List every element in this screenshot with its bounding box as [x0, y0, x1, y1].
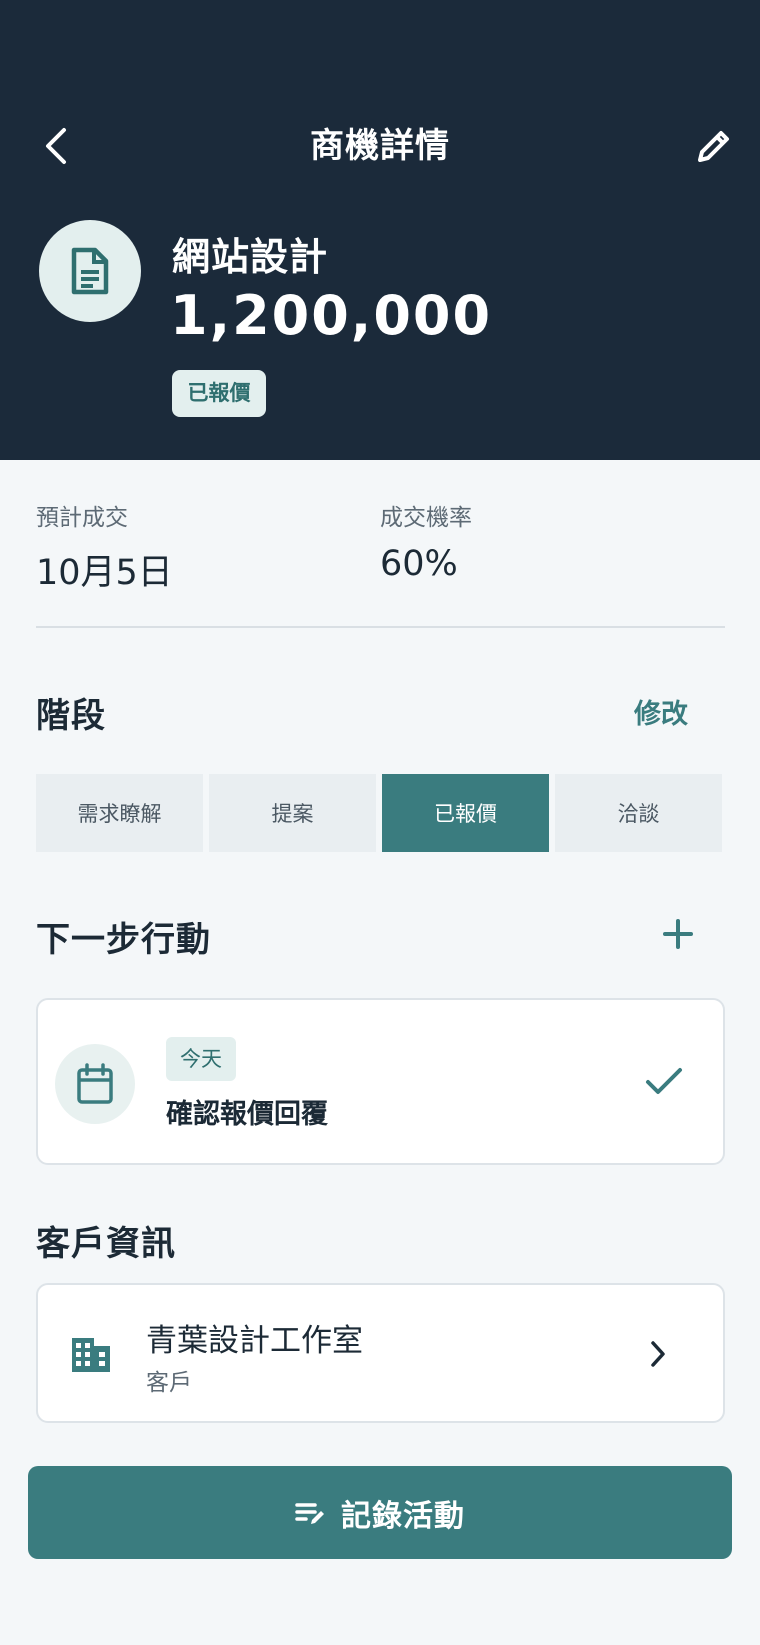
stage-section-title: 階段: [36, 696, 106, 736]
complete-task-button[interactable]: [640, 1058, 688, 1106]
check-icon: [646, 1068, 682, 1094]
log-activity-label: 記錄活動: [341, 1498, 465, 1534]
divider: [36, 626, 725, 628]
chevron-right-icon: [651, 1341, 665, 1367]
stage-item[interactable]: 提案: [209, 774, 376, 852]
chevron-right-icon-wrap: [638, 1331, 678, 1377]
stage-item-active[interactable]: 已報價: [382, 774, 549, 852]
client-icon-wrap: [68, 1331, 114, 1377]
win-probability-label: 成交機率: [380, 505, 472, 531]
task-title: 確認報價回覆: [166, 1099, 328, 1130]
client-card[interactable]: 青葉設計工作室 客戶: [36, 1283, 725, 1423]
due-badge: 今天: [166, 1037, 236, 1081]
pencil-icon: [698, 131, 729, 162]
client-name: 青葉設計工作室: [146, 1323, 363, 1359]
plus-icon: [663, 919, 693, 949]
add-action-button[interactable]: [658, 914, 698, 954]
client-section-title: 客戶資訊: [36, 1224, 176, 1264]
stage-item[interactable]: 需求瞭解: [36, 774, 203, 852]
stage-item[interactable]: 洽談: [555, 774, 722, 852]
stage-selector: 需求瞭解 提案 已報價 洽談: [36, 774, 722, 852]
status-badge: 已報價: [172, 370, 266, 417]
edit-deal-button[interactable]: [690, 122, 738, 170]
edit-stage-link[interactable]: 修改: [634, 692, 688, 731]
deal-name: 網站設計: [172, 235, 329, 279]
log-activity-button[interactable]: 記錄活動: [28, 1466, 732, 1559]
calendar-icon: [77, 1063, 113, 1104]
document-icon: [71, 247, 109, 295]
next-action-section-title: 下一步行動: [36, 920, 211, 960]
win-probability-value: 60%: [380, 544, 458, 584]
client-type: 客戶: [146, 1370, 192, 1396]
task-card[interactable]: 今天 確認報價回覆: [36, 998, 725, 1165]
expected-close-label: 預計成交: [36, 505, 128, 531]
header: 商機詳情 網站設計 1,200,000 已報價: [0, 0, 760, 460]
page-title: 商機詳情: [310, 126, 450, 166]
notes-edit-icon: [295, 1502, 324, 1524]
building-icon: [72, 1338, 110, 1372]
expected-close-value: 10月5日: [36, 553, 173, 593]
deal-amount: 1,200,000: [170, 284, 493, 347]
deal-avatar: [39, 220, 141, 322]
task-icon-circle: [55, 1044, 135, 1124]
